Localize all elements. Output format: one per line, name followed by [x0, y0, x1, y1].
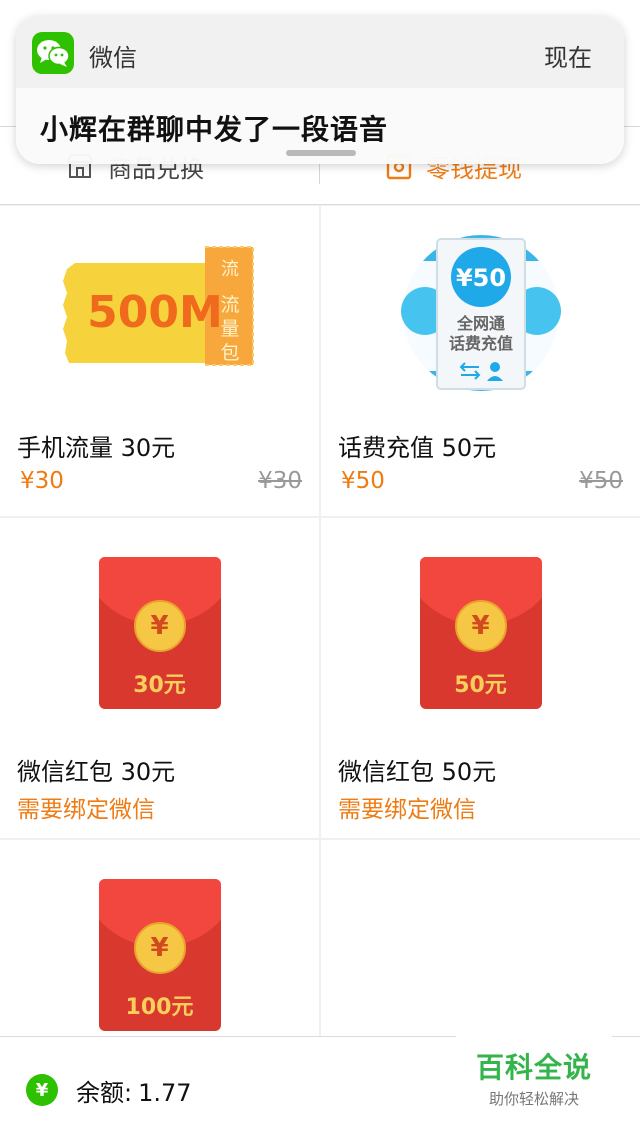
product-original-price: ¥50 [579, 468, 623, 494]
red-envelope-image: ¥ 30元 [0, 518, 319, 748]
envelope-amount: 100元 [125, 995, 194, 1020]
svg-text:流: 流 [220, 294, 239, 316]
product-title: 手机流量 30元 [17, 434, 176, 462]
empty-grid-cell [321, 840, 640, 1036]
credit-coin-text: ¥50 [455, 264, 505, 292]
product-title: 微信红包 50元 [338, 758, 497, 786]
bind-wechat-note: 需要绑定微信 [338, 797, 476, 823]
balance-value: 1.77 [138, 1079, 192, 1107]
yen-icon: ¥ [26, 1074, 58, 1106]
red-envelope-image: ¥ 50元 [321, 518, 640, 748]
notification-grabber[interactable] [286, 150, 356, 156]
product-price: ¥50 [341, 468, 385, 494]
product-title: 话费充值 50元 [338, 434, 497, 462]
svg-text:量: 量 [220, 318, 239, 340]
product-card-phone-credit-50[interactable]: ¥50 全网通 话费充值 话费充值 50元 ¥50 ¥50 [321, 206, 640, 516]
data-ticket-image: 500M 流 流 量 包 [0, 206, 319, 416]
product-price: ¥30 [20, 468, 64, 494]
product-card-red-envelope-100[interactable]: ¥ 100元 [0, 840, 319, 1036]
watermark-title: 百科全说 [475, 1051, 592, 1084]
notification-app-name: 微信 [89, 44, 137, 72]
product-title: 微信红包 30元 [17, 758, 176, 786]
ticket-big-text: 500M [87, 287, 223, 338]
notification-time: 现在 [544, 44, 592, 72]
yen-coin-icon: ¥ [133, 600, 186, 652]
ticket-corner-text: 流 [221, 259, 239, 280]
wechat-icon [32, 32, 74, 74]
yen-coin-icon: ¥ [454, 600, 507, 652]
yen-coin-icon: ¥ [133, 922, 186, 974]
watermark: 百科全说 助你轻松解决 [456, 1036, 612, 1116]
wechat-notification-banner[interactable]: 微信 现在 小辉在群聊中发了一段语音 [16, 16, 624, 164]
product-card-red-envelope-30[interactable]: ¥ 30元 微信红包 30元 需要绑定微信 [0, 518, 319, 838]
envelope-amount: 50元 [454, 673, 507, 698]
product-card-data-30[interactable]: 500M 流 流 量 包 手机流量 30元 ¥30 ¥30 [0, 206, 319, 516]
notification-message: 小辉在群聊中发了一段语音 [40, 113, 389, 146]
notification-header: 微信 现在 [16, 16, 624, 88]
credit-line2: 话费充值 [448, 334, 512, 353]
bind-wechat-note: 需要绑定微信 [17, 797, 155, 823]
balance-text: 余额: 1.77 [76, 1073, 192, 1108]
product-grid: 500M 流 流 量 包 手机流量 30元 ¥30 ¥30 ¥50 全网通 话费… [0, 206, 640, 1036]
svg-text:包: 包 [220, 342, 239, 364]
product-original-price: ¥30 [258, 468, 302, 494]
credit-line1: 全网通 [455, 314, 504, 333]
watermark-subtitle: 助你轻松解决 [488, 1090, 579, 1108]
balance-label: 余额: [76, 1079, 133, 1107]
phone-credit-image: ¥50 全网通 话费充值 [321, 206, 640, 416]
envelope-amount: 30元 [133, 673, 186, 698]
product-card-red-envelope-50[interactable]: ¥ 50元 微信红包 50元 需要绑定微信 [321, 518, 640, 838]
